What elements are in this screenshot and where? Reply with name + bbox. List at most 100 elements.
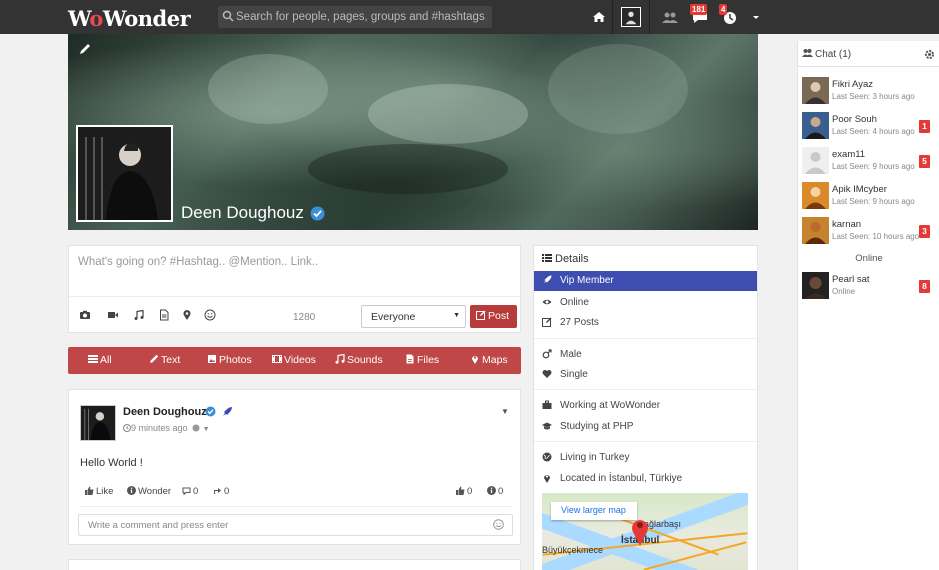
author-photo	[81, 406, 115, 440]
relationship-row: Single	[542, 369, 588, 380]
share-icon	[214, 488, 221, 494]
post-author-avatar[interactable]	[80, 405, 116, 441]
home-icon[interactable]	[590, 8, 608, 26]
friend-requests-icon[interactable]	[661, 8, 679, 26]
file-icon[interactable]	[158, 309, 170, 321]
filter-label: Photos	[219, 354, 252, 366]
nav-divider	[649, 0, 650, 34]
user-avatar-icon	[802, 77, 829, 104]
next-post-card	[68, 559, 521, 570]
chat-user[interactable]: Fikri Ayaz Last Seen: 3 hours ago	[802, 77, 938, 105]
search-icon	[222, 10, 234, 22]
emoji-icon[interactable]	[204, 309, 216, 321]
location-row: Located in İstanbul, Türkiye	[542, 473, 682, 484]
chat-user-name: Fikri Ayaz	[832, 79, 874, 90]
chat-user-last-seen: Last Seen: 9 hours ago	[832, 162, 915, 171]
chat-header[interactable]: Chat (1)	[802, 48, 851, 60]
comment-icon	[182, 487, 191, 496]
filter-tab-videos[interactable]: Videos	[272, 354, 316, 366]
photo-icon	[208, 355, 216, 363]
comment-input[interactable]: Write a comment and press enter	[78, 514, 513, 536]
posts-count-row[interactable]: 27 Posts	[542, 317, 599, 328]
like-button[interactable]: Like	[85, 486, 113, 497]
comments-button[interactable]: 0	[182, 486, 198, 497]
film-icon	[272, 355, 282, 363]
details-panel: Details Vip Member Online 27 Posts Male …	[533, 245, 758, 570]
location-icon	[472, 356, 478, 364]
likes-counter[interactable]: 0	[456, 486, 472, 497]
chat-user-name: Apik IMcyber	[832, 184, 887, 195]
filter-tab-maps[interactable]: Maps	[470, 354, 508, 366]
location-icon	[544, 475, 550, 483]
rocket-icon	[223, 407, 232, 416]
unread-badge: 1	[919, 120, 930, 133]
profile-name[interactable]: Deen Doughouz	[181, 203, 304, 223]
post-filter-bar: All Text Photos Videos Sounds Files Maps	[68, 347, 521, 374]
eye-icon	[542, 299, 552, 305]
filter-label: Sounds	[347, 354, 383, 366]
education-value: Studying at PHP	[560, 421, 634, 432]
online-section-label: Online	[855, 253, 883, 264]
chat-user[interactable]: karnan Last Seen: 10 hours ago 3	[802, 217, 938, 245]
chat-user-online[interactable]: Pearl sat Online 8	[802, 272, 938, 300]
search-box	[218, 6, 492, 28]
map-label: Büyükçekmece	[542, 545, 604, 555]
emoji-icon[interactable]	[493, 519, 504, 530]
gear-icon[interactable]	[924, 49, 935, 60]
view-larger-map-button[interactable]: View larger map	[551, 502, 637, 520]
living-row: Living in Turkey	[542, 452, 629, 463]
user-avatar-icon	[802, 112, 829, 139]
music-icon	[335, 353, 345, 364]
chat-divider	[798, 66, 939, 67]
map-pin-icon[interactable]	[630, 515, 650, 547]
music-icon[interactable]	[133, 309, 145, 321]
filter-tab-all[interactable]: All	[88, 354, 112, 366]
edit-cover-icon[interactable]	[78, 42, 92, 56]
filter-label: Files	[417, 354, 440, 366]
chat-sidebar: Chat (1) Fikri Ayaz Last Seen: 3 hours a…	[797, 41, 939, 570]
user-avatar-icon	[802, 217, 829, 244]
comment-placeholder: Write a comment and press enter	[88, 520, 229, 531]
chat-user-name: exam11	[832, 149, 866, 160]
wonders-counter[interactable]: 0	[487, 486, 503, 497]
post-button[interactable]: Post	[470, 305, 517, 328]
vip-member-row[interactable]: Vip Member	[534, 271, 757, 291]
filter-tab-sounds[interactable]: Sounds	[335, 353, 383, 366]
user-avatar[interactable]	[621, 7, 641, 27]
chat-user-last-seen: Last Seen: 3 hours ago	[832, 92, 915, 101]
search-input[interactable]	[236, 6, 486, 28]
share-button[interactable]: 0	[213, 486, 229, 497]
location-value: Located in İstanbul, Türkiye	[560, 473, 683, 484]
chat-user[interactable]: Poor Souh Last Seen: 4 hours ago 1	[802, 112, 938, 140]
rocket-icon	[543, 275, 552, 284]
post-divider	[80, 506, 511, 507]
site-logo[interactable]: WoWonder	[68, 6, 191, 31]
info-icon	[487, 486, 496, 495]
post-composer: 1280 Everyone ▼ Post	[68, 245, 521, 333]
chevron-down-icon[interactable]: ▼	[203, 426, 210, 433]
post-options-caret-icon[interactable]: ▼	[501, 407, 509, 416]
verified-icon	[310, 206, 325, 221]
filter-tab-files[interactable]: Files	[405, 354, 439, 366]
chat-user[interactable]: exam11 Last Seen: 9 hours ago 5	[802, 147, 938, 175]
wonder-button[interactable]: Wonder	[127, 486, 171, 497]
users-icon	[802, 49, 813, 57]
dropdown-caret-icon[interactable]	[750, 8, 762, 26]
post-textarea[interactable]	[69, 246, 520, 296]
video-icon[interactable]	[107, 309, 119, 321]
camera-icon[interactable]	[79, 309, 91, 321]
filter-tab-text[interactable]: Text	[149, 354, 180, 366]
unread-badge: 5	[919, 155, 930, 168]
user-avatar-icon	[802, 272, 829, 299]
filter-tab-photos[interactable]: Photos	[207, 354, 252, 366]
privacy-select[interactable]: Everyone ▼	[361, 305, 466, 328]
location-map[interactable]: Bağlarbaşı Büyükçekmece İstanbul View la…	[542, 493, 748, 570]
unread-badge: 8	[919, 280, 930, 293]
chat-user[interactable]: Apik IMcyber Last Seen: 9 hours ago	[802, 182, 938, 210]
post-time[interactable]: 9 minutes ago ▼	[123, 423, 210, 433]
globe-icon	[192, 424, 200, 432]
post-author-name[interactable]: Deen Doughouz	[123, 406, 207, 418]
profile-avatar[interactable]	[76, 125, 173, 222]
location-icon[interactable]	[181, 309, 193, 321]
edit-icon	[542, 317, 552, 327]
